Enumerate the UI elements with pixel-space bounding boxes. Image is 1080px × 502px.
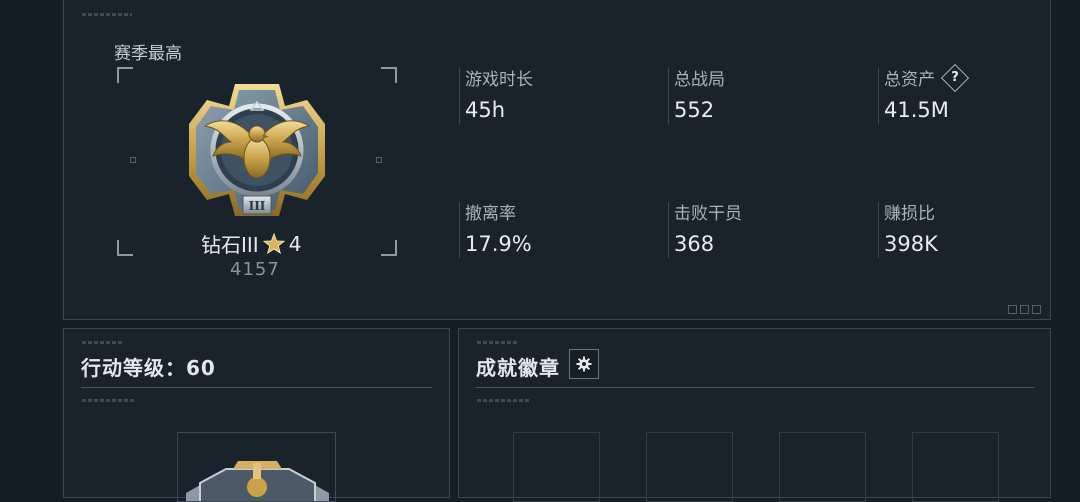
stat-extract-rate: 撤离率 17.9% xyxy=(465,199,532,256)
rank-points: 4157 xyxy=(230,259,280,280)
frame-marker xyxy=(130,157,136,163)
stat-label: 撤离率 xyxy=(465,204,516,224)
badge-slot[interactable] xyxy=(513,432,600,502)
panel-corner-markers xyxy=(1008,305,1041,314)
help-icon[interactable]: ? xyxy=(940,63,970,92)
stat-value: 45h xyxy=(465,98,506,122)
stat-divider xyxy=(668,68,669,124)
stat-label: 总资产 ? xyxy=(884,63,970,92)
stat-profit-ratio: 赚损比 398K xyxy=(884,199,938,256)
stat-divider xyxy=(878,202,879,258)
bracket-corner xyxy=(381,67,397,83)
stat-value: 368 xyxy=(674,232,715,256)
stat-total-matches: 总战局 552 xyxy=(674,65,725,122)
medal-numeral: III xyxy=(249,199,266,213)
decorative-dashes xyxy=(82,399,134,402)
rank-star-count: 4 xyxy=(288,231,302,256)
badge-slot[interactable] xyxy=(912,432,999,502)
stat-label: 游戏时长 xyxy=(465,70,533,90)
bracket-corner xyxy=(117,67,133,83)
achievement-title: 成就徽章 xyxy=(476,356,560,380)
decorative-dashes xyxy=(477,341,519,344)
stat-operators-defeated: 击败干员 368 xyxy=(674,199,742,256)
stat-value: 41.5M xyxy=(884,98,949,122)
star-icon xyxy=(262,232,285,254)
stat-value: 17.9% xyxy=(465,232,532,256)
gear-icon xyxy=(576,356,592,372)
stat-play-time: 游戏时长 45h xyxy=(465,65,533,122)
stat-total-assets: 总资产 ? 41.5M xyxy=(884,63,970,122)
badge-slot[interactable] xyxy=(646,432,733,502)
season-best-label: 赛季最高 xyxy=(114,44,182,64)
stat-divider xyxy=(459,68,460,124)
decorative-dashes xyxy=(82,13,132,16)
stat-value: 398K xyxy=(884,232,938,256)
bracket-corner xyxy=(381,240,397,256)
section-divider xyxy=(81,387,432,388)
decorative-dashes xyxy=(82,341,124,344)
stat-label: 击败干员 xyxy=(674,204,742,224)
section-divider xyxy=(476,387,1034,388)
stat-divider xyxy=(459,202,460,258)
stat-label: 赚损比 xyxy=(884,204,935,224)
rank-name: 钻石III xyxy=(201,233,259,257)
stat-divider xyxy=(668,202,669,258)
rank-medal-icon: III xyxy=(189,84,325,216)
bracket-corner xyxy=(117,240,133,256)
stat-value: 552 xyxy=(674,98,715,122)
action-level-title: 行动等级：60 xyxy=(81,356,216,380)
rank-line: 钻石III 4 xyxy=(201,229,301,258)
stat-divider xyxy=(878,68,879,124)
action-level-emblem-icon xyxy=(186,461,329,501)
stat-label-text: 总资产 xyxy=(884,70,935,90)
badge-slot[interactable] xyxy=(779,432,866,502)
frame-marker xyxy=(376,157,382,163)
stat-label: 总战局 xyxy=(674,70,725,90)
action-level-emblem-frame[interactable] xyxy=(177,432,336,502)
decorative-dashes xyxy=(477,399,529,402)
achievement-settings-button[interactable] xyxy=(569,349,599,379)
